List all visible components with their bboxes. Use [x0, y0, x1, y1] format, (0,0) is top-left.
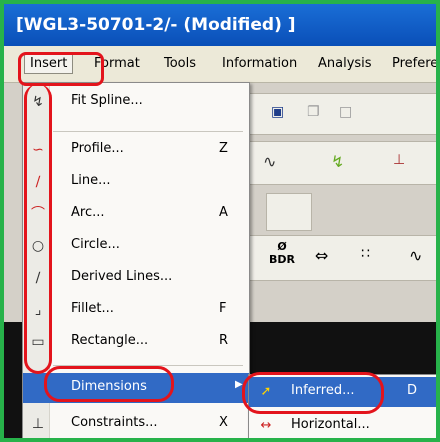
menu-item-rectangle[interactable]: ▭ Rectangle... R [23, 327, 249, 357]
pattern-icon[interactable]: ∷ [361, 246, 370, 262]
window-title: [WGL3-50701-2/- (Modified) ] [4, 4, 436, 46]
menu-item-label: Derived Lines... [71, 269, 173, 284]
submenu-item-horizontal[interactable]: ↔ Horizontal... [249, 411, 436, 438]
horizontal-dimension-icon: ↔ [260, 418, 272, 433]
menu-item-label: Constraints... [71, 415, 158, 430]
symmetric-icon[interactable]: ⇔ [315, 246, 328, 265]
menu-item-fit-spline[interactable]: ↯ Fit Spline... [23, 87, 249, 117]
dimension-bdr-button[interactable]: Ø BDR [269, 240, 295, 266]
menu-item-profile[interactable]: ∽ Profile... Z [23, 135, 249, 165]
blank-tool-button[interactable] [266, 193, 312, 231]
menu-item-label: Profile... [71, 141, 124, 156]
dimension-toolbar: Ø BDR ⇔ ∷ ∿ [248, 235, 436, 281]
annotation-menu-trace [24, 84, 52, 374]
menu-item-shortcut: A [219, 205, 228, 220]
menu-separator [53, 131, 243, 132]
menu-item-shortcut: F [219, 301, 227, 316]
menu-item-shortcut: Z [219, 141, 228, 156]
save-icon[interactable]: ▣ [271, 104, 284, 120]
annotation-insert-highlight [18, 52, 104, 86]
paste-icon[interactable]: □ [339, 104, 352, 120]
menu-item-fillet[interactable]: ⌟ Fillet... F [23, 295, 249, 325]
menu-item-shortcut: R [219, 333, 229, 348]
menu-preferences[interactable]: Prefere [392, 56, 436, 71]
standard-toolbar: ▣ ❐ □ [248, 93, 436, 135]
polyline-icon[interactable]: ∿ [263, 152, 276, 171]
annotation-dimensions-highlight [44, 366, 174, 402]
menu-item-derived-lines[interactable]: ∕ Derived Lines... [23, 263, 249, 293]
menu-item-arc[interactable]: ⌒ Arc... A [23, 199, 249, 229]
perpendicular-icon[interactable]: ⊥ [393, 152, 405, 168]
curve-icon[interactable]: ∿ [409, 246, 422, 265]
submenu-item-label: Horizontal... [291, 417, 370, 432]
submenu-item-shortcut: D [407, 383, 418, 398]
sketch-toolbar: ∿ ↯ ⊥ [248, 141, 436, 185]
menu-analysis[interactable]: Analysis [318, 56, 372, 71]
trim-icon[interactable]: ↯ [331, 152, 344, 171]
menu-item-label: Fillet... [71, 301, 114, 316]
menu-item-label: Circle... [71, 237, 120, 252]
menu-item-line[interactable]: ∕ Line... [23, 167, 249, 197]
app-window: [WGL3-50701-2/- (Modified) ] Insert Form… [0, 0, 440, 442]
menu-item-label: Arc... [71, 205, 105, 220]
menu-item-shortcut: X [219, 415, 228, 430]
dimension-bdr-label: BDR [269, 253, 295, 266]
constraints-icon: ⊥ [31, 416, 45, 432]
annotation-inferred-highlight [242, 372, 384, 414]
menu-item-constraints[interactable]: ⊥ Constraints... X [23, 409, 249, 438]
menu-item-label: Fit Spline... [71, 93, 143, 108]
menu-item-label: Rectangle... [71, 333, 149, 348]
menu-tools[interactable]: Tools [164, 56, 196, 71]
menu-information[interactable]: Information [222, 56, 297, 71]
menu-item-circle[interactable]: ○ Circle... [23, 231, 249, 261]
menu-item-label: Line... [71, 173, 111, 188]
copy-icon[interactable]: ❐ [307, 104, 320, 120]
